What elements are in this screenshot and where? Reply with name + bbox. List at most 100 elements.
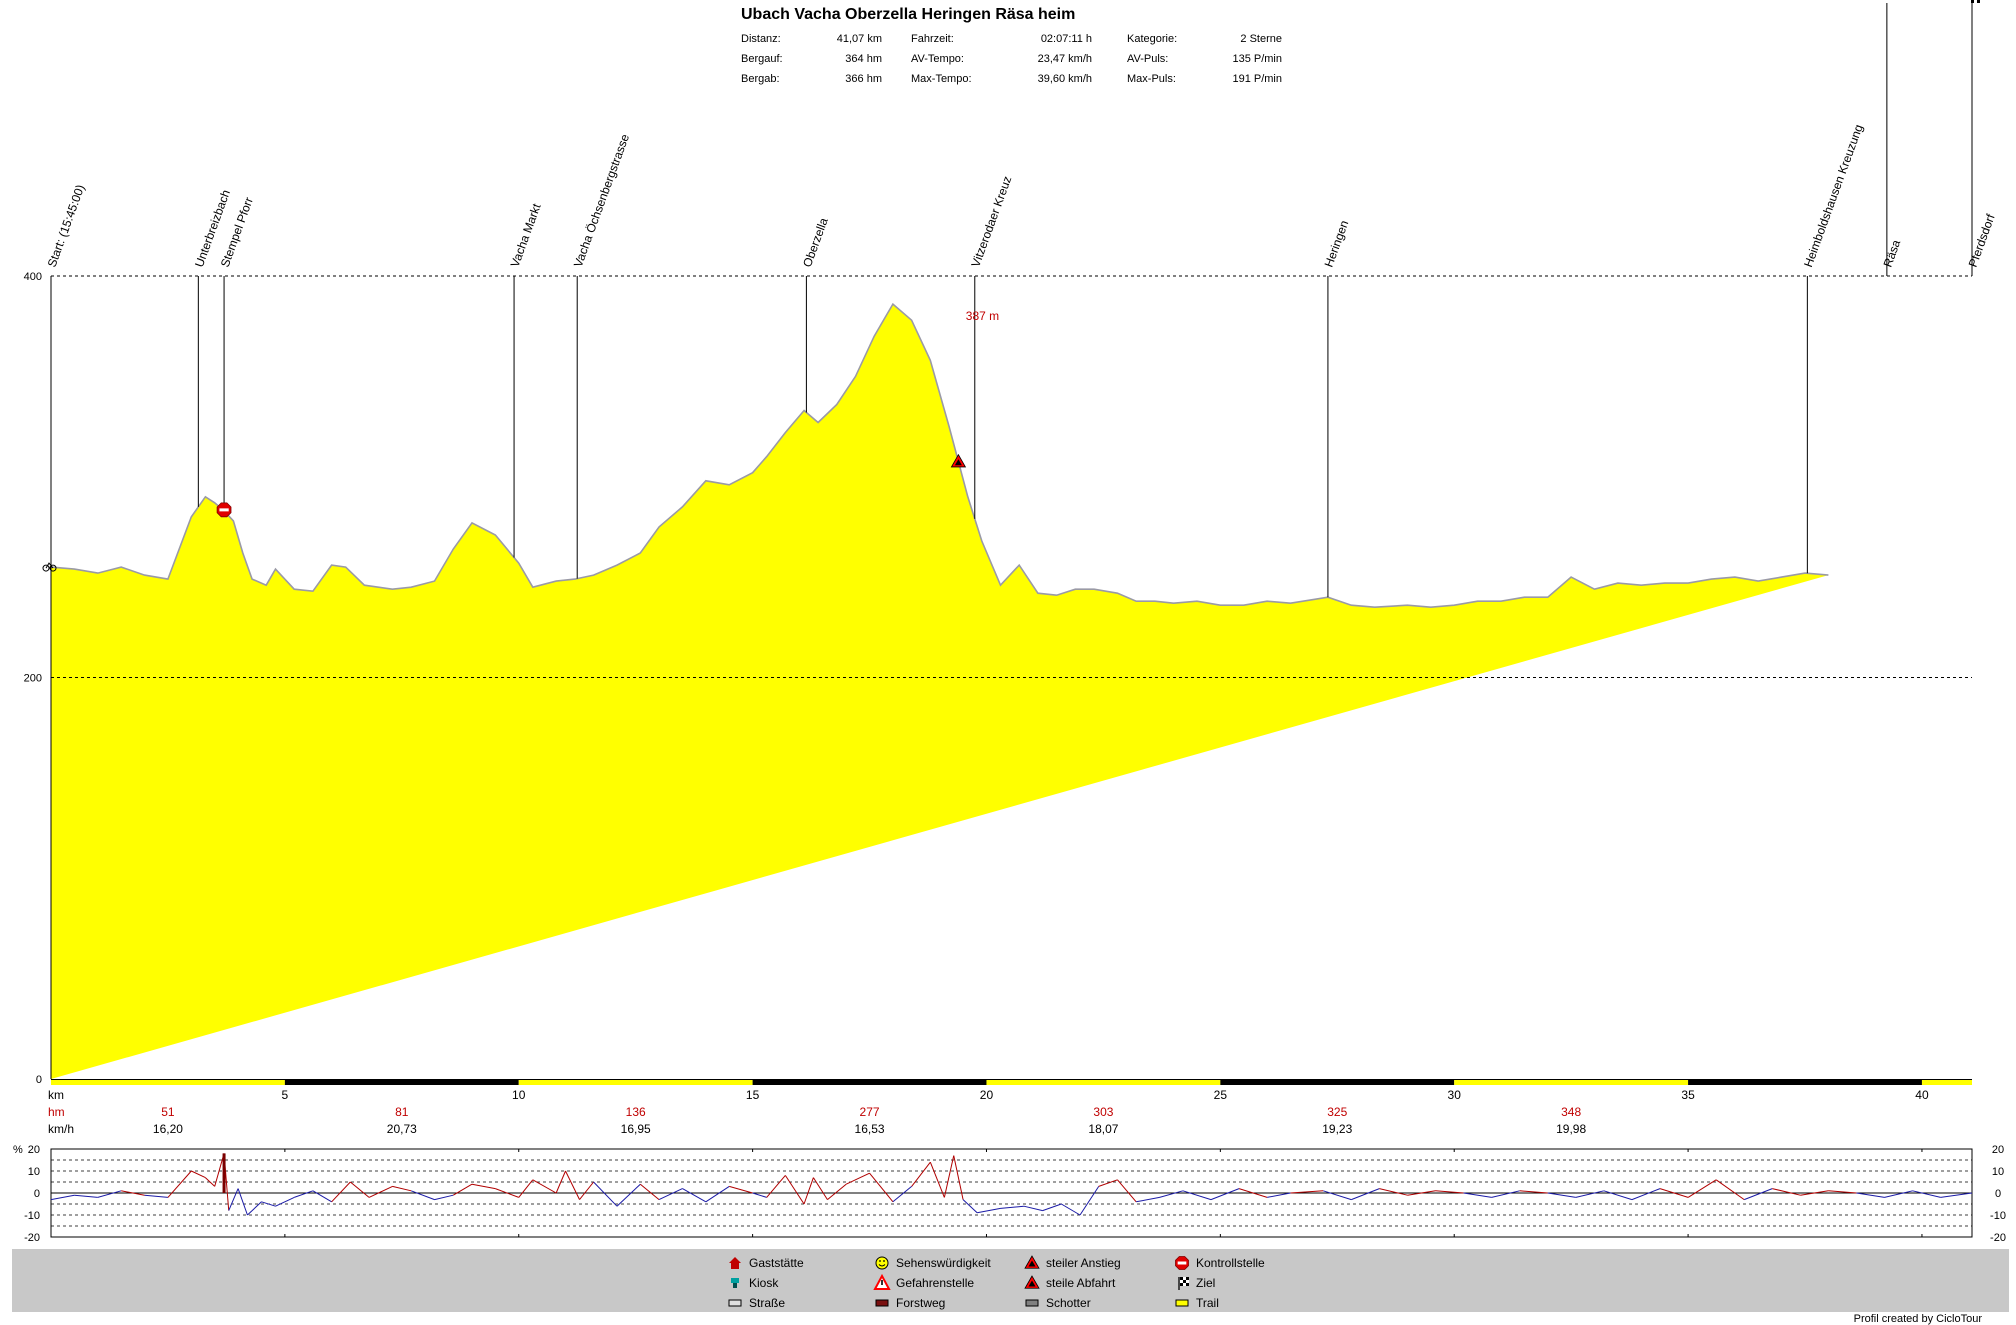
surface-segment — [51, 1080, 285, 1085]
surface-segment — [1454, 1080, 1689, 1085]
gradient-segment — [1351, 1188, 1380, 1201]
gradient-segment — [1323, 1190, 1352, 1201]
gradient-segment — [1000, 1205, 1024, 1209]
legend-panel: Gaststätte Kiosk Straße Sehenswürdigkeit Gef… — [12, 1249, 2009, 1312]
kiosk-icon — [731, 1278, 739, 1288]
kmh-value: 19,98 — [1556, 1122, 1586, 1136]
legend-item: Forstweg — [875, 1296, 945, 1310]
stat-label: Fahrzeit: — [911, 33, 954, 45]
surface-segment — [1688, 1080, 1922, 1085]
y-tick-label: 0 — [36, 1074, 42, 1086]
trail-swatch-icon — [1175, 1299, 1189, 1307]
gradient-segment — [191, 1170, 206, 1179]
legend-label: Sehenswürdigkeit — [896, 1256, 991, 1270]
gradient-segment — [705, 1185, 730, 1203]
stat-value: 2 Sterne — [1240, 33, 1282, 45]
kmh-row-label: km/h — [48, 1122, 74, 1136]
gradient-segment — [1267, 1192, 1291, 1198]
gradient-segment — [294, 1190, 314, 1198]
x-tick-label: 35 — [1681, 1088, 1695, 1102]
gradient-spike — [222, 1153, 226, 1193]
gradient-segment — [1884, 1190, 1913, 1198]
gradient-tick-label-left: 0 — [34, 1188, 40, 1200]
gradient-segment — [1744, 1188, 1773, 1201]
gradient-segment — [1098, 1179, 1118, 1187]
elevation-area — [50, 302, 1829, 1080]
gradient-tick-label-right: 20 — [1992, 1144, 2004, 1156]
steep-climb-icon — [1024, 1255, 1040, 1269]
gradient-segment — [97, 1190, 122, 1198]
gradient-segment — [1463, 1192, 1492, 1198]
gradient-segment — [869, 1172, 894, 1203]
x-tick-label: 20 — [980, 1088, 994, 1102]
warning-icon — [873, 1273, 891, 1290]
gradient-tick-label-right: 0 — [1995, 1188, 2001, 1200]
gradient-segment — [616, 1183, 641, 1207]
gradient-tick-label-left: 10 — [28, 1166, 40, 1178]
gradient-segment — [228, 1188, 239, 1211]
kmh-value: 20,73 — [387, 1122, 417, 1136]
gradient-segment — [752, 1192, 767, 1198]
gradient-segment — [1547, 1192, 1576, 1198]
legend-label: Gaststätte — [749, 1256, 804, 1270]
y-tick-label: 200 — [24, 673, 42, 685]
waypoint-label: Vacha Markt — [508, 201, 544, 269]
gradient-segment — [410, 1190, 435, 1201]
gradient-segment — [766, 1175, 786, 1198]
legend-label: Trail — [1196, 1296, 1219, 1310]
gradient-tick-label-left: 20 — [28, 1144, 40, 1156]
gradient-segment — [911, 1161, 931, 1187]
waypoint-markers: Start: (15:45:00) UnterbreizbachStempel P… — [45, 0, 1998, 598]
gradient-segment — [565, 1170, 580, 1200]
legend-item: Kiosk — [731, 1276, 779, 1290]
gradient-segment — [312, 1190, 332, 1203]
stat-label: Distanz: — [741, 33, 781, 45]
gradient-tick-label-left: -20 — [24, 1232, 40, 1244]
forest-road-swatch-icon — [875, 1299, 889, 1307]
hm-value: 348 — [1561, 1105, 1581, 1119]
legend-label: Kiosk — [749, 1276, 779, 1290]
gradient-segment — [1182, 1190, 1212, 1201]
waypoint-label: Heimboldshausen Kreuzung — [1801, 123, 1866, 269]
gradient-segment — [1136, 1196, 1160, 1203]
hm-value: 51 — [161, 1105, 175, 1119]
x-tick-label: 5 — [282, 1088, 289, 1102]
gradient-segment — [1379, 1188, 1408, 1196]
surface-segment — [752, 1080, 987, 1085]
gradient-tick-label-right: 10 — [1992, 1166, 2004, 1178]
elevation-fill — [51, 304, 1829, 1080]
legend-label: Straße — [749, 1296, 785, 1310]
route-statistics: Distanz: 41,07 km Bergauf: 364 hm Bergab: 366… — [741, 33, 1282, 85]
peak-elevation-label: 387 m — [966, 309, 999, 323]
gradient-segment — [74, 1194, 98, 1198]
stat-value: 39,60 km/h — [1038, 73, 1092, 85]
legend-item: Straße — [728, 1296, 785, 1310]
gradient-segment — [803, 1177, 814, 1205]
hm-value: 136 — [626, 1105, 646, 1119]
gradient-segment — [1023, 1205, 1043, 1212]
gradient-segment — [962, 1199, 978, 1214]
gradient-segment — [1117, 1179, 1137, 1203]
road-swatch-icon — [728, 1299, 742, 1307]
x-tick-label: 10 — [512, 1088, 526, 1102]
surface-segment — [986, 1080, 1221, 1085]
legend-item: steile Abfahrt — [1024, 1275, 1116, 1290]
km-row-label: km — [48, 1088, 64, 1102]
stat-value: 191 P/min — [1232, 73, 1282, 85]
gradient-segment — [1061, 1203, 1081, 1216]
stat-value: 41,07 km — [837, 33, 882, 45]
gradient-segment — [682, 1188, 707, 1203]
stat-label: Max-Puls: — [1127, 73, 1176, 85]
smiley-icon — [875, 1256, 889, 1270]
gradient-segment — [579, 1181, 594, 1200]
gradient-segment — [1603, 1190, 1633, 1201]
gradient-segment — [1079, 1186, 1100, 1216]
finish-flag-icon — [1971, 0, 1980, 3]
waypoint-label: Start: (15:45:00) — [45, 183, 88, 269]
elevation-profile-chart: Ubach Vacha Oberzella Heringen Räsa heim… — [13, 0, 2006, 1244]
legend-item: Sehenswürdigkeit — [875, 1256, 991, 1270]
gradient-segment — [1159, 1190, 1184, 1198]
surface-segment — [518, 1080, 753, 1085]
elevation-axis: 0 200 400 — [24, 271, 42, 1086]
gradient-segment — [50, 1194, 75, 1201]
